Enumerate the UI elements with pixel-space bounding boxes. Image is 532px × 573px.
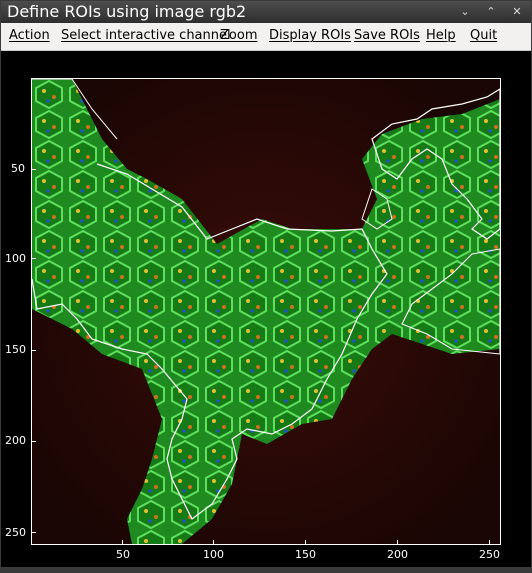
y-tick-label: 50 bbox=[11, 162, 25, 175]
y-tick-label: 100 bbox=[5, 252, 26, 265]
menu-bar: Action Select interactive channel Zoom D… bbox=[1, 23, 531, 51]
x-tick bbox=[305, 540, 306, 545]
x-tick bbox=[213, 540, 214, 545]
window-title: Define ROIs using image rgb2 bbox=[7, 2, 247, 21]
x-tick bbox=[122, 540, 123, 545]
menu-quit[interactable]: Quit bbox=[470, 28, 497, 43]
microscopy-image[interactable] bbox=[32, 79, 500, 544]
menu-save-rois[interactable]: Save ROIs bbox=[354, 28, 420, 43]
x-tick-label: 150 bbox=[295, 548, 316, 561]
y-tick bbox=[31, 169, 36, 170]
x-tick-label: 50 bbox=[116, 548, 130, 561]
window-bottom-border bbox=[1, 567, 531, 573]
maximize-icon[interactable]: ⌃ bbox=[482, 4, 500, 20]
x-tick bbox=[397, 540, 398, 545]
image-axes[interactable] bbox=[31, 78, 501, 545]
y-tick-label: 150 bbox=[5, 343, 26, 356]
y-tick-label: 250 bbox=[5, 526, 26, 539]
y-tick bbox=[31, 258, 36, 259]
x-tick-label: 100 bbox=[203, 548, 224, 561]
app-window: Define ROIs using image rgb2 ⌄ ⌃ ✕ Actio… bbox=[0, 0, 532, 573]
y-tick bbox=[31, 350, 36, 351]
menu-display-rois[interactable]: Display ROIs bbox=[269, 28, 351, 43]
menu-action[interactable]: Action bbox=[9, 28, 50, 43]
x-tick-label: 250 bbox=[479, 548, 500, 561]
close-icon[interactable]: ✕ bbox=[508, 4, 526, 20]
menu-zoom[interactable]: Zoom bbox=[220, 28, 257, 43]
x-tick-label: 200 bbox=[387, 548, 408, 561]
menu-select-interactive-channel[interactable]: Select interactive channel bbox=[61, 28, 231, 43]
y-tick-label: 200 bbox=[5, 434, 26, 447]
menu-help[interactable]: Help bbox=[426, 28, 456, 43]
x-tick bbox=[489, 540, 490, 545]
y-tick bbox=[31, 441, 36, 442]
title-bar[interactable]: Define ROIs using image rgb2 ⌄ ⌃ ✕ bbox=[1, 1, 531, 23]
y-tick bbox=[31, 532, 36, 533]
minimize-icon[interactable]: ⌄ bbox=[456, 4, 474, 20]
